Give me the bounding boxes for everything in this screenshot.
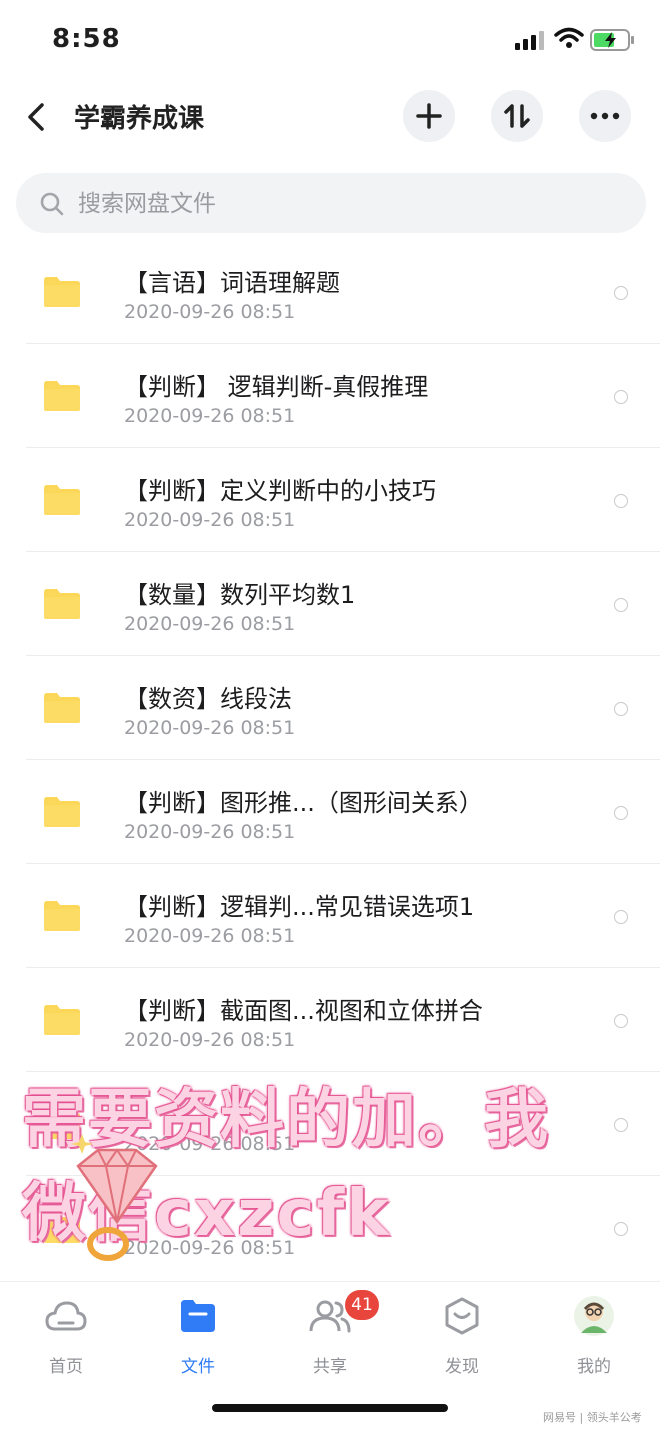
- select-radio[interactable]: [614, 598, 628, 612]
- select-radio[interactable]: [614, 910, 628, 924]
- tab-home-label: 首页: [49, 1357, 83, 1377]
- select-radio[interactable]: [614, 390, 628, 404]
- home-indicator: [212, 1404, 448, 1412]
- tab-mine[interactable]: 我的: [544, 1296, 644, 1377]
- select-radio[interactable]: [614, 1014, 628, 1028]
- select-radio[interactable]: [614, 1118, 628, 1132]
- search-icon: [40, 192, 64, 216]
- file-name: 【判断】 逻辑判断-真假推理: [124, 373, 429, 401]
- tab-home[interactable]: 首页: [16, 1296, 116, 1377]
- folder-icon: [44, 277, 80, 307]
- wifi-icon: [554, 27, 584, 48]
- select-radio[interactable]: [614, 806, 628, 820]
- tab-files[interactable]: 文件: [148, 1296, 248, 1377]
- file-name: 【言语】词语理解题: [124, 269, 340, 297]
- avatar: [574, 1296, 614, 1336]
- page-title: 学霸养成课: [74, 104, 205, 134]
- search-input[interactable]: [76, 183, 620, 225]
- plus-icon: [416, 103, 442, 129]
- file-date: 2020-09-26 08:51: [124, 509, 296, 531]
- more-dots-icon: [590, 112, 620, 120]
- file-name: 【数量】数列平均数1: [124, 581, 356, 609]
- file-date: 2020-09-26 08:51: [124, 717, 296, 739]
- tab-discover[interactable]: 发现: [412, 1296, 512, 1377]
- file-name: 【判断】定义判断中的小技巧: [124, 477, 436, 505]
- navigation-header: 学霸养成课: [0, 86, 660, 146]
- list-item[interactable]: 【数资】线段法 2020-09-26 08:51: [0, 656, 660, 760]
- file-date: 2020-09-26 08:51: [124, 301, 296, 323]
- source-watermark: 网易号 | 领头羊公考: [543, 1411, 642, 1424]
- share-badge: 41: [345, 1290, 379, 1320]
- tab-files-label: 文件: [181, 1357, 215, 1377]
- file-date: 2020-09-26 08:51: [124, 925, 296, 947]
- status-bar: 8:58: [0, 0, 660, 80]
- select-radio[interactable]: [614, 702, 628, 716]
- file-date: 2020-09-26 08:51: [124, 405, 296, 427]
- search-bar[interactable]: [16, 173, 646, 233]
- cloud-icon: [45, 1301, 87, 1331]
- file-date: 2020-09-26 08:51: [124, 613, 296, 635]
- select-radio[interactable]: [614, 1222, 628, 1236]
- battery-charging-icon: [590, 29, 634, 51]
- cellular-signal-icon: [515, 31, 544, 50]
- folder-filled-icon: [181, 1300, 215, 1332]
- folder-icon: [44, 693, 80, 723]
- list-item[interactable]: 【判断】截面图...视图和立体拼合 2020-09-26 08:51: [0, 968, 660, 1072]
- file-name: 【判断】截面图...视图和立体拼合: [124, 997, 483, 1025]
- select-radio[interactable]: [614, 494, 628, 508]
- discover-hexagon-icon: [445, 1297, 479, 1335]
- tab-share-label: 共享: [313, 1357, 347, 1377]
- list-item[interactable]: 【判断】定义判断中的小技巧 2020-09-26 08:51: [0, 448, 660, 552]
- folder-icon: [44, 485, 80, 515]
- tab-mine-label: 我的: [577, 1357, 611, 1377]
- file-date: 2020-09-26 08:51: [124, 821, 296, 843]
- folder-icon: [44, 901, 80, 931]
- sort-arrows-icon: [504, 104, 530, 128]
- folder-icon: [44, 797, 80, 827]
- back-arrow-icon[interactable]: [24, 102, 48, 132]
- file-name: 【判断】逻辑判...常见错误选项1: [124, 893, 475, 921]
- tab-discover-label: 发现: [445, 1357, 479, 1377]
- file-name: 【判断】图形推...（图形间关系）: [124, 789, 483, 817]
- more-options-button[interactable]: [579, 90, 631, 142]
- diamond-ring-icon: [71, 1134, 158, 1261]
- sort-button[interactable]: [491, 90, 543, 142]
- folder-icon: [44, 1005, 80, 1035]
- select-radio[interactable]: [614, 286, 628, 300]
- folder-icon: [44, 589, 80, 619]
- add-button[interactable]: [403, 90, 455, 142]
- file-name: 【数资】线段法: [124, 685, 292, 713]
- list-item[interactable]: 【判断】逻辑判...常见错误选项1 2020-09-26 08:51: [0, 864, 660, 968]
- file-date: 2020-09-26 08:51: [124, 1029, 296, 1051]
- folder-icon: [44, 381, 80, 411]
- list-item[interactable]: 【判断】图形推...（图形间关系） 2020-09-26 08:51: [0, 760, 660, 864]
- list-item[interactable]: 【数量】数列平均数1 2020-09-26 08:51: [0, 552, 660, 656]
- status-time: 8:58: [52, 24, 121, 54]
- list-item[interactable]: 【判断】 逻辑判断-真假推理 2020-09-26 08:51: [0, 344, 660, 448]
- list-item[interactable]: 【言语】词语理解题 2020-09-26 08:51: [0, 240, 660, 344]
